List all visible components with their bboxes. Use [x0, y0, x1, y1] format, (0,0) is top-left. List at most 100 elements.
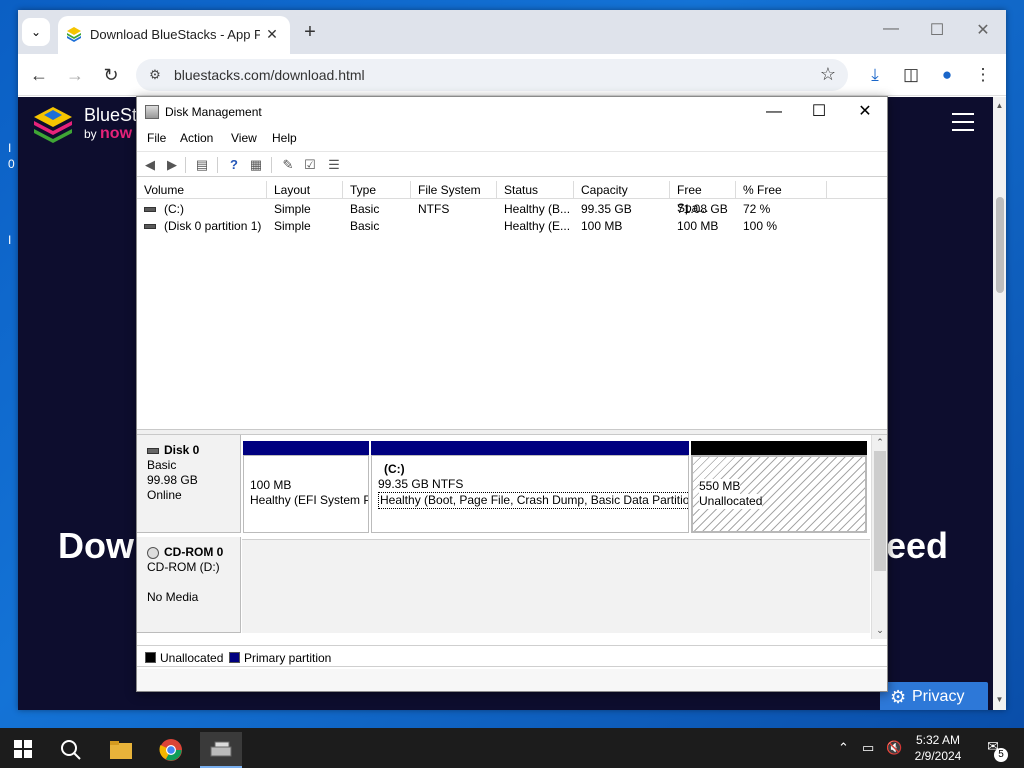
partition-c[interactable]: (C:) 99.35 GB NTFS Healthy (Boot, Page F… — [371, 441, 689, 533]
scroll-up-icon[interactable]: ▲ — [993, 101, 1006, 110]
network-icon[interactable]: ▭ — [862, 740, 874, 756]
cell-layout: Simple — [274, 219, 311, 233]
dm-minimize-icon[interactable]: — — [759, 101, 789, 123]
col-status[interactable]: Status — [497, 181, 574, 199]
show-hide-tree-icon[interactable]: ▤ — [193, 156, 211, 174]
back-icon[interactable]: ← — [26, 62, 52, 88]
site-info-icon[interactable]: ⚙ — [146, 66, 164, 84]
maximize-icon[interactable]: ☐ — [922, 20, 952, 40]
scroll-down-icon[interactable]: ⌄ — [872, 625, 888, 636]
hamburger-menu-icon[interactable] — [952, 113, 974, 131]
menu-kebab-icon[interactable]: ⋮ — [971, 63, 995, 87]
partition-efi[interactable]: 100 MB Healthy (EFI System P — [243, 441, 369, 533]
cdrom-area — [242, 539, 870, 633]
forward-icon[interactable]: → — [62, 62, 88, 88]
status-bar — [137, 669, 887, 691]
check-icon[interactable]: ☑ — [301, 156, 319, 174]
cell-type: Basic — [350, 202, 380, 216]
scroll-down-icon[interactable]: ▼ — [993, 695, 1006, 704]
search-icon[interactable] — [50, 732, 92, 768]
disk-management-taskbar-icon[interactable] — [200, 732, 242, 768]
tab-search-button[interactable]: ⌄ — [22, 18, 50, 46]
cell-file-system — [411, 218, 497, 235]
toolbar-separator — [217, 157, 218, 173]
connect-icon[interactable]: ✎ — [279, 156, 297, 174]
chrome-icon[interactable] — [150, 732, 192, 768]
col-type[interactable]: Type — [343, 181, 411, 199]
windows-start-icon[interactable] — [14, 740, 32, 758]
scrollbar-thumb[interactable] — [874, 451, 886, 571]
partition-body: 100 MB Healthy (EFI System P — [243, 455, 369, 533]
chevron-up-icon[interactable]: ⌃ — [838, 740, 849, 756]
volume-muted-icon[interactable]: 🔇 — [886, 740, 902, 756]
tab-title: Download BlueStacks - App Pla — [90, 27, 260, 42]
col-volume[interactable]: Volume — [137, 181, 267, 199]
minimize-icon[interactable]: — — [876, 20, 906, 38]
reload-icon[interactable]: ↻ — [98, 62, 124, 88]
menu-view[interactable]: View — [231, 131, 257, 145]
profile-icon[interactable]: ● — [935, 63, 959, 87]
cdrom0-label[interactable]: CD-ROM 0 CD-ROM (D:) No Media — [137, 537, 241, 633]
cell-capacity: 99.35 GB — [581, 202, 632, 216]
col-free-space[interactable]: Free Spa... — [670, 181, 736, 215]
forward-arrow-icon[interactable]: ▶ — [163, 156, 181, 174]
legend: Unallocated Primary partition — [137, 645, 887, 667]
cd-rom-icon — [147, 546, 159, 559]
tab-strip: ⌄ Download BlueStacks - App Pla ✕ + — ☐ … — [18, 10, 1006, 54]
bluestacks-logo-icon — [34, 107, 72, 143]
unallocated-swatch — [145, 652, 156, 663]
col-percent-free[interactable]: % Free — [736, 181, 827, 199]
download-icon[interactable]: ⤓ — [863, 63, 887, 87]
disk-management-window: Disk Management — ☐ ✕ File Action View H… — [136, 96, 888, 692]
col-capacity[interactable]: Capacity — [574, 181, 670, 199]
col-file-system[interactable]: File System — [411, 181, 497, 199]
table-row[interactable]: (Disk 0 partition 1) Simple Basic Health… — [137, 218, 887, 235]
address-bar[interactable]: ⚙ bluestacks.com/download.html ☆ — [136, 59, 848, 91]
col-layout[interactable]: Layout — [267, 181, 343, 199]
menu-action[interactable]: Action — [180, 131, 213, 145]
url-text: bluestacks.com/download.html — [174, 67, 365, 83]
dm-toolbar: ◀ ▶ ▤ ? ▦ ✎ ☑ ☰ — [137, 151, 887, 177]
dm-maximize-icon[interactable]: ☐ — [804, 101, 834, 123]
dm-titlebar: Disk Management — ☐ ✕ — [137, 97, 887, 127]
dm-close-icon[interactable]: ✕ — [850, 101, 880, 123]
side-panel-icon[interactable]: ◫ — [899, 63, 923, 87]
cell-capacity: 100 MB — [581, 219, 623, 233]
scroll-up-icon[interactable]: ⌃ — [872, 437, 888, 448]
cell-status: Healthy (E... — [504, 219, 571, 233]
toolbar-separator — [185, 157, 186, 173]
cell-file-system: NTFS — [418, 202, 450, 216]
menu-file[interactable]: File — [147, 131, 166, 145]
page-scrollbar[interactable]: ▲ ▼ — [993, 97, 1006, 710]
primary-partition-bar — [371, 441, 689, 455]
volume-list-header: Volume Layout Type File System Status Ca… — [137, 181, 887, 215]
file-explorer-icon[interactable] — [100, 732, 142, 768]
settings-list-icon[interactable]: ☰ — [325, 156, 343, 174]
menu-help[interactable]: Help — [272, 131, 297, 145]
bookmark-star-icon[interactable]: ☆ — [820, 64, 836, 85]
table-row[interactable]: (C:) Simple Basic NTFS Healthy (B... 99.… — [137, 201, 887, 218]
hero-heading-left: Dow — [58, 525, 134, 566]
unallocated-bar — [691, 441, 867, 455]
clock[interactable]: 5:32 AM 2/9/2024 — [912, 732, 964, 764]
cell-volume: (Disk 0 partition 1) — [137, 218, 267, 235]
volume-list: Volume Layout Type File System Status Ca… — [137, 181, 887, 427]
close-icon[interactable]: ✕ — [968, 20, 998, 40]
partition-unallocated[interactable]: 550 MB Unallocated — [691, 441, 867, 533]
hero-heading-right: eed — [886, 525, 949, 566]
cell-volume: (C:) — [137, 201, 267, 218]
desktop-edge-text: I 0 I — [8, 141, 15, 247]
scrollbar-thumb[interactable] — [996, 197, 1004, 293]
privacy-button[interactable]: ⚙ Privacy — [880, 682, 988, 710]
help-icon[interactable]: ? — [225, 156, 243, 174]
new-tab-icon[interactable]: + — [300, 22, 320, 42]
tab-close-icon[interactable]: ✕ — [262, 24, 282, 44]
browser-tab[interactable]: Download BlueStacks - App Pla ✕ — [58, 16, 290, 54]
gear-icon: ⚙ — [890, 687, 907, 707]
graph-scrollbar[interactable]: ⌃ ⌄ — [871, 435, 887, 639]
disk0-label[interactable]: Disk 0 Basic 99.98 GB Online — [137, 435, 241, 533]
unallocated-body: 550 MB Unallocated — [691, 455, 867, 533]
primary-partition-bar — [243, 441, 369, 455]
properties-icon[interactable]: ▦ — [247, 156, 265, 174]
back-arrow-icon[interactable]: ◀ — [141, 156, 159, 174]
